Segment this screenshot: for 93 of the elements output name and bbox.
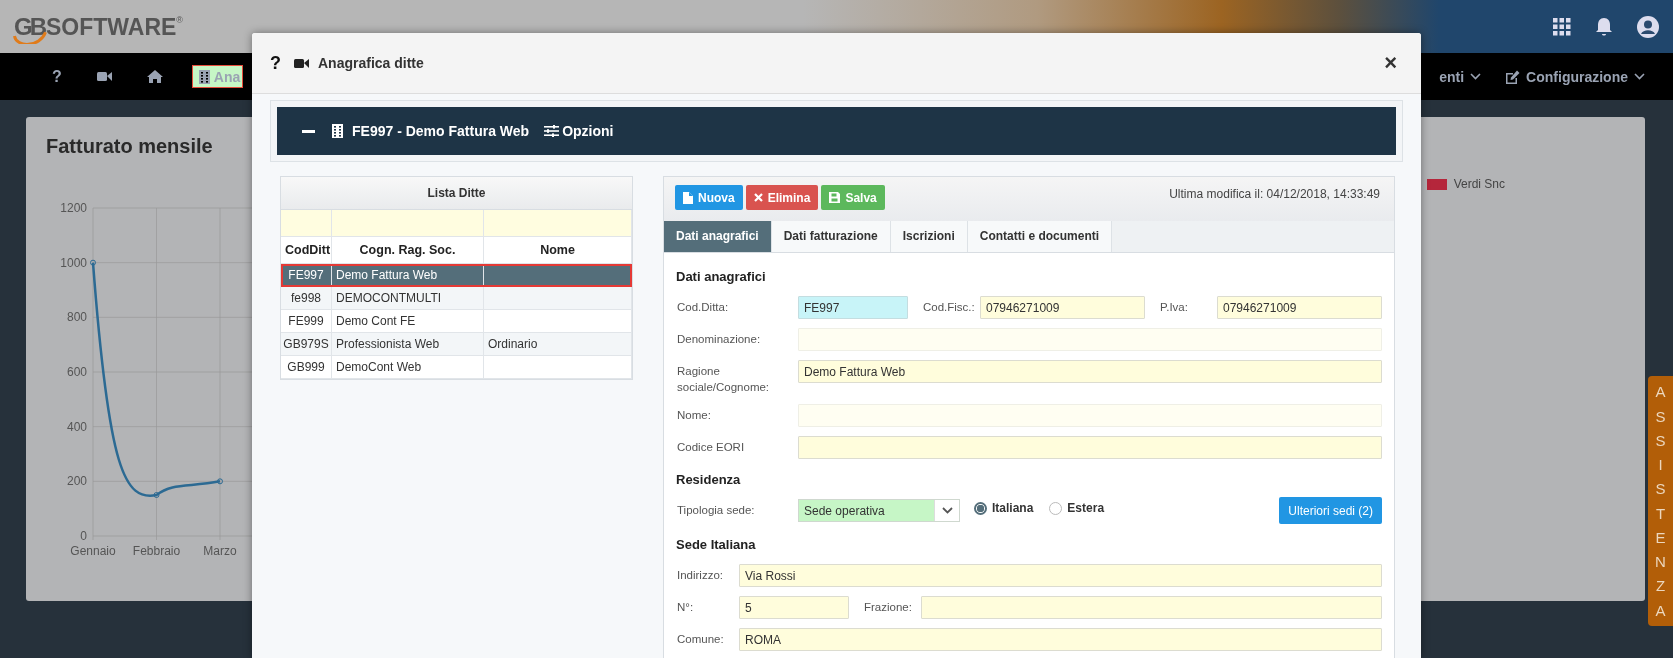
input-field[interactable] [921, 596, 1382, 619]
y-tick-label: 1200 [60, 201, 87, 215]
data-point [217, 478, 223, 485]
nav-dropdown-menu[interactable]: Configurazione [1499, 60, 1651, 93]
table-cell: Demo Cont FE [332, 310, 484, 332]
chevron-down-icon [941, 507, 953, 514]
input-field[interactable]: Via Rossi [739, 564, 1382, 587]
tab[interactable]: Dati fatturazione [771, 221, 891, 252]
company-row[interactable]: GB979S Professionista Web Ordinario [281, 333, 632, 356]
apps-grid-icon[interactable] [1553, 17, 1571, 36]
input-field[interactable]: Demo Fattura Web [798, 360, 1382, 383]
column-header[interactable]: Cogn. Rag. Soc. [332, 237, 484, 263]
y-tick-label: 200 [66, 474, 87, 489]
y-tick-label: 600 [66, 365, 87, 379]
x-tick-label: Marzo [203, 544, 237, 558]
help-link[interactable]: ? [46, 59, 68, 94]
dropdown-field[interactable]: Sede operativa [798, 499, 960, 522]
sliders-icon [544, 125, 560, 137]
tab[interactable]: Contatti e documenti [967, 221, 1113, 252]
y-tick-label: 400 [66, 419, 87, 434]
field-label: P.Iva: [1159, 300, 1189, 315]
y-tick-label: 800 [66, 310, 87, 325]
table-cell: FE997 [281, 264, 332, 286]
options-menu[interactable]: Opzioni [544, 123, 614, 139]
field-label: Nome: [676, 408, 712, 423]
filter-field[interactable] [332, 210, 484, 236]
chevron-down-icon [1470, 73, 1482, 80]
help-link[interactable]: ? [270, 52, 281, 74]
y-tick-label: 0 [80, 529, 87, 543]
input-field[interactable]: FE997 [798, 296, 908, 319]
table-cell: GB979S [281, 333, 332, 355]
filter-field[interactable] [281, 210, 332, 236]
legend-label: Verdi Snc [1453, 177, 1505, 191]
column-header[interactable]: Nome [484, 237, 632, 263]
input-field[interactable] [798, 436, 1382, 459]
x-tick-label: Febbraio [132, 544, 181, 558]
field-label: Cod.Fisc.: [922, 300, 976, 315]
table-cell: fe998 [281, 287, 332, 309]
company-title: FE997 - Demo Fattura Web [352, 123, 530, 139]
section-heading: Sede Italiana [676, 537, 757, 553]
nav-dropdown-menu[interactable]: enti [1433, 60, 1488, 93]
field-label: Indirizzo: [676, 568, 725, 583]
filter-field[interactable] [484, 210, 632, 236]
table-cell: GB999 [281, 356, 332, 378]
company-row[interactable]: FE997 Demo Fattura Web [281, 264, 632, 287]
edit-icon [1505, 69, 1521, 84]
collapse-icon[interactable] [302, 129, 315, 133]
company-row[interactable]: GB999 DemoCont Web [281, 356, 632, 379]
column-header[interactable]: CodDitt [281, 237, 332, 263]
list-title: Lista Ditte [281, 177, 632, 210]
field-label: Codice EORI [676, 440, 746, 455]
cross-icon [753, 193, 763, 202]
company-row[interactable]: fe998 DEMOCONTMULTI [281, 287, 632, 310]
field-label: Ragione sociale/Cognome: [676, 364, 771, 395]
input-field[interactable]: 07946271009 [980, 296, 1145, 319]
chart-title: Fatturato mensile [46, 135, 214, 158]
radio-option[interactable]: Italiana [974, 501, 1034, 515]
field-label: Frazione: [863, 600, 913, 615]
y-tick-label: 1000 [60, 255, 87, 270]
last-modified-text: Ultima modifica il: 04/12/2018, 14:33:49 [1169, 186, 1380, 201]
input-field[interactable]: 07946271009 [1217, 296, 1382, 319]
section-heading: Dati anagrafici [676, 269, 767, 285]
dialog-title: Anagrafica ditte [318, 55, 424, 71]
table-cell: DemoCont Web [332, 356, 484, 378]
table-cell: DEMOCONTMULTI [332, 287, 484, 309]
input-field[interactable]: 5 [739, 596, 849, 619]
video-camera-icon[interactable] [294, 57, 309, 69]
tab[interactable]: Dati anagrafici [664, 221, 772, 252]
user-avatar-icon[interactable] [1637, 15, 1659, 38]
chevron-down-icon [1634, 73, 1645, 80]
building-icon [332, 124, 343, 138]
field-label: Cod.Ditta: [676, 300, 730, 315]
section-heading: Residenza [676, 472, 742, 488]
field-label: Comune: [676, 632, 725, 647]
document-icon [683, 191, 693, 204]
x-tick-label: Gennaio [70, 544, 116, 558]
table-cell: FE999 [281, 310, 332, 332]
field-label: Tipologia sede: [676, 503, 756, 518]
radio-option[interactable]: Estera [1049, 501, 1105, 515]
field-label: Denominazione: [676, 332, 762, 347]
building-icon [198, 69, 210, 84]
table-cell: Professionista Web [332, 333, 484, 355]
delete-button[interactable]: Elimina [745, 185, 819, 210]
table-cell: Demo Fattura Web [332, 264, 484, 286]
data-point [90, 259, 96, 266]
input-field[interactable]: ROMA [739, 628, 1382, 651]
notification-bell-icon[interactable] [1595, 16, 1613, 37]
field-label: N°: [676, 600, 695, 615]
table-cell: Ordinario [488, 337, 538, 351]
data-point [153, 492, 160, 498]
tab[interactable]: Iscrizioni [890, 221, 968, 252]
logo[interactable]: GBSOFTWARE® [14, 12, 183, 41]
close-button[interactable]: × [1380, 52, 1401, 74]
